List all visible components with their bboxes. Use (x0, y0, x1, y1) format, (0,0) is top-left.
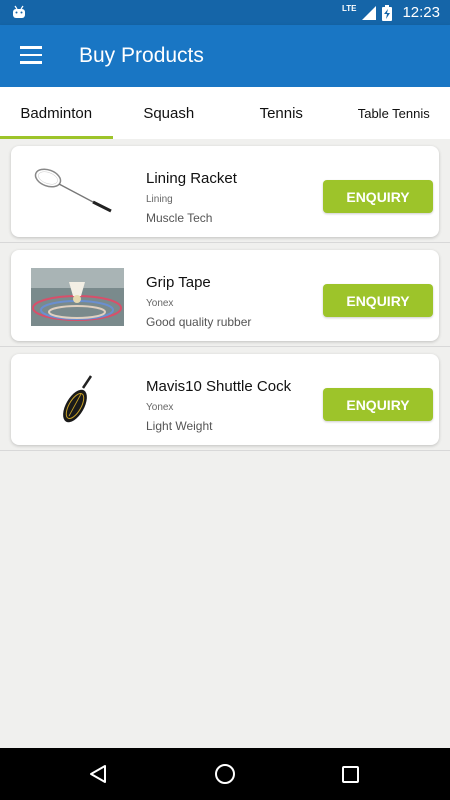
product-name: Lining Racket (146, 170, 237, 187)
tab-tennis[interactable]: Tennis (225, 87, 338, 139)
product-brand: Yonex (146, 402, 174, 413)
status-bar: LTE 12:23 (0, 0, 450, 25)
recent-apps-icon[interactable] (342, 766, 359, 783)
tab-badminton[interactable]: Badminton (0, 87, 113, 139)
app-bar: Buy Products (0, 25, 450, 87)
category-tabs: Badminton Squash Tennis Table Tennis (0, 87, 450, 139)
racket-image (34, 168, 112, 213)
product-name: Grip Tape (146, 274, 211, 291)
product-description: Muscle Tech (146, 211, 213, 225)
list-item: Mavis10 Shuttle Cock Yonex Light Weight … (0, 347, 450, 451)
shuttle-cock-image (63, 375, 93, 423)
clock: 12:23 (402, 4, 440, 21)
android-icon (13, 5, 25, 18)
enquiry-button[interactable]: ENQUIRY (323, 180, 433, 213)
network-type: LTE (341, 4, 357, 13)
battery-icon (382, 4, 393, 21)
product-list: Lining Racket Lining Muscle Tech ENQUIRY… (0, 139, 450, 451)
enquiry-button[interactable]: ENQUIRY (323, 284, 433, 317)
enquiry-button[interactable]: ENQUIRY (323, 388, 433, 421)
tab-table-tennis[interactable]: Table Tennis (338, 87, 450, 139)
product-name: Mavis10 Shuttle Cock (146, 378, 292, 395)
back-icon[interactable] (88, 764, 108, 784)
product-card[interactable]: Grip Tape Yonex Good quality rubber ENQU… (11, 250, 439, 341)
navigation-bar (0, 748, 450, 800)
list-item: Lining Racket Lining Muscle Tech ENQUIRY (0, 139, 450, 243)
tab-squash[interactable]: Squash (113, 87, 226, 139)
product-description: Good quality rubber (146, 315, 252, 329)
home-icon[interactable] (214, 763, 236, 785)
product-card[interactable]: Lining Racket Lining Muscle Tech ENQUIRY (11, 146, 439, 237)
product-card[interactable]: Mavis10 Shuttle Cock Yonex Light Weight … (11, 354, 439, 445)
page-title: Buy Products (79, 44, 204, 67)
signal-icon (362, 5, 377, 20)
menu-icon[interactable] (20, 46, 42, 64)
product-brand: Yonex (146, 298, 174, 309)
product-brand: Lining (146, 194, 173, 205)
product-description: Light Weight (146, 419, 213, 433)
list-item: Grip Tape Yonex Good quality rubber ENQU… (0, 243, 450, 347)
grip-tape-image (31, 268, 124, 326)
